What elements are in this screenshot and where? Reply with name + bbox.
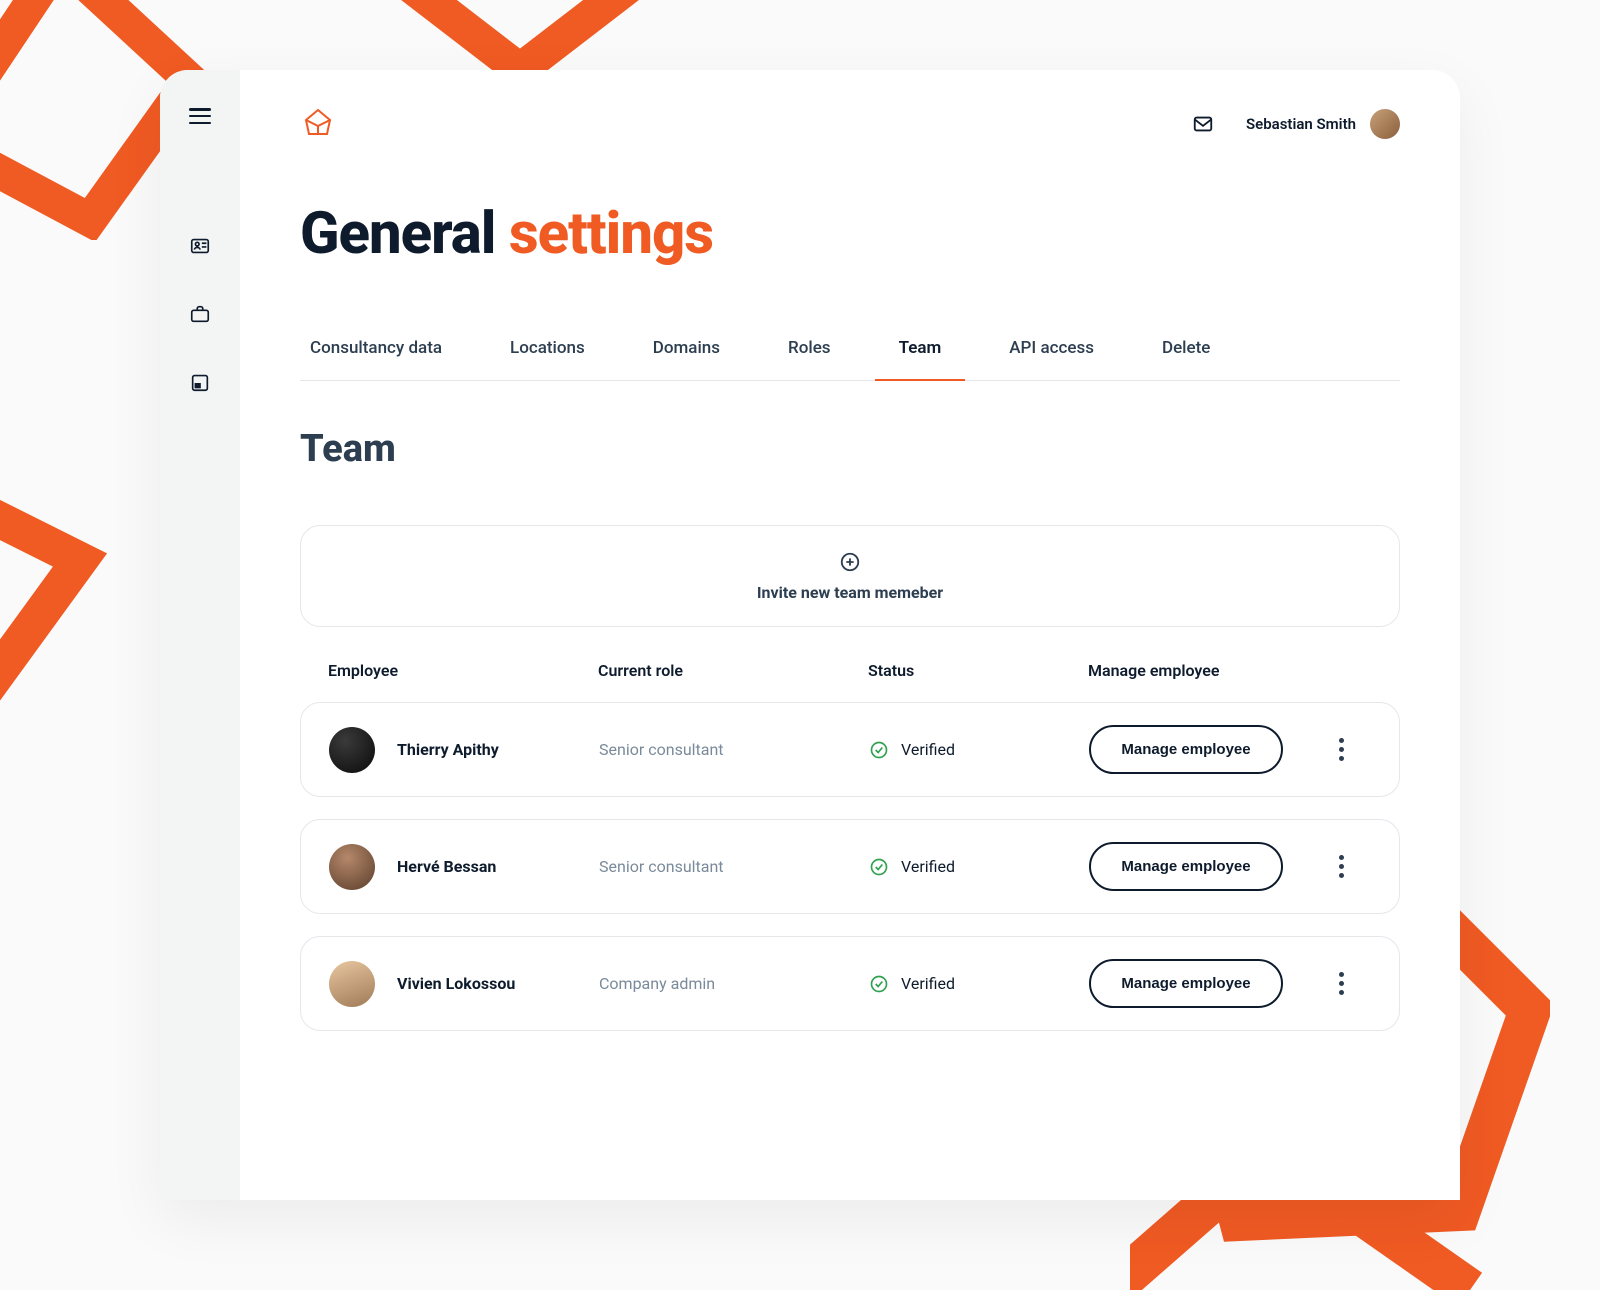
sidebar-item-profile[interactable] (188, 234, 212, 258)
invite-member-button[interactable]: Invite new team memeber (300, 525, 1400, 627)
col-employee: Employee (328, 661, 598, 680)
tab-domains[interactable]: Domains (619, 338, 754, 380)
sidebar-item-briefcase[interactable] (188, 302, 212, 326)
tab-delete[interactable]: Delete (1128, 338, 1244, 380)
status-label: Verified (901, 974, 955, 993)
check-circle-icon (869, 857, 889, 877)
manage-employee-button[interactable]: Manage employee (1089, 959, 1283, 1008)
more-options-button[interactable] (1311, 738, 1371, 761)
avatar (329, 844, 375, 890)
employee-name: Hervé Bessan (397, 857, 496, 876)
table-row: Hervé Bessan Senior consultant Verified … (300, 819, 1400, 914)
mail-icon (1192, 113, 1214, 135)
tab-api-access[interactable]: API access (975, 338, 1128, 380)
employee-role: Senior consultant (599, 857, 869, 876)
user-menu[interactable]: Sebastian Smith (1246, 109, 1400, 139)
status-label: Verified (901, 740, 955, 759)
sidebar (160, 70, 240, 1200)
tab-consultancy-data[interactable]: Consultancy data (300, 338, 476, 380)
sidebar-item-calendar[interactable] (188, 370, 212, 394)
more-options-button[interactable] (1311, 972, 1371, 995)
status-label: Verified (901, 857, 955, 876)
avatar (329, 727, 375, 773)
app-window: Sebastian Smith General settings Consult… (160, 70, 1460, 1200)
col-manage: Manage employee (1088, 661, 1312, 680)
topbar: Sebastian Smith (300, 106, 1400, 142)
col-role: Current role (598, 661, 868, 680)
page-title: General settings (300, 200, 1400, 268)
mail-button[interactable] (1192, 113, 1214, 135)
check-circle-icon (869, 740, 889, 760)
table-header: Employee Current role Status Manage empl… (300, 661, 1400, 680)
section-title: Team (300, 427, 1400, 471)
employee-name: Thierry Apithy (397, 740, 499, 759)
id-card-icon (189, 235, 211, 257)
briefcase-icon (189, 303, 211, 325)
col-status: Status (868, 661, 1088, 680)
tab-locations[interactable]: Locations (476, 338, 619, 380)
avatar (329, 961, 375, 1007)
check-circle-icon (869, 974, 889, 994)
invite-label: Invite new team memeber (757, 583, 943, 602)
more-options-button[interactable] (1311, 855, 1371, 878)
user-name-label: Sebastian Smith (1246, 115, 1356, 133)
employee-role: Company admin (599, 974, 869, 993)
calendar-icon (189, 371, 211, 393)
manage-employee-button[interactable]: Manage employee (1089, 725, 1283, 774)
tabs: Consultancy data Locations Domains Roles… (300, 338, 1400, 381)
tab-roles[interactable]: Roles (754, 338, 865, 380)
plus-circle-icon (839, 551, 861, 573)
employee-name: Vivien Lokossou (397, 974, 515, 993)
logo (300, 106, 336, 142)
manage-employee-button[interactable]: Manage employee (1089, 842, 1283, 891)
avatar (1370, 109, 1400, 139)
decorative-shape (0, 420, 140, 820)
menu-toggle-button[interactable] (189, 108, 211, 124)
table-row: Thierry Apithy Senior consultant Verifie… (300, 702, 1400, 797)
table-row: Vivien Lokossou Company admin Verified M… (300, 936, 1400, 1031)
employee-role: Senior consultant (599, 740, 869, 759)
tab-team[interactable]: Team (865, 338, 976, 380)
main-content: Sebastian Smith General settings Consult… (240, 70, 1460, 1200)
